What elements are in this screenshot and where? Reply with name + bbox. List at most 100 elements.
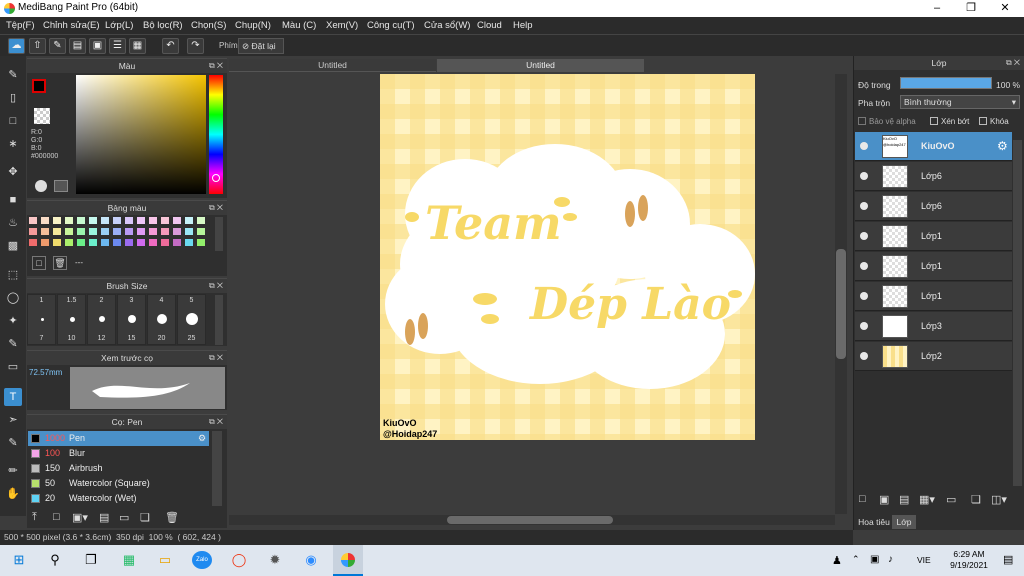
- layer-scrollbar[interactable]: [1013, 140, 1022, 486]
- color-swatch[interactable]: [65, 239, 73, 246]
- tab-navigator[interactable]: Hoa tiêu: [856, 515, 892, 529]
- tab-layer[interactable]: Lớp: [892, 515, 916, 529]
- color-swatch[interactable]: [41, 217, 49, 224]
- color-swatch[interactable]: [89, 228, 97, 235]
- document-icon[interactable]: ▣: [89, 38, 106, 54]
- add-layer-menu-icon[interactable]: ▦▾: [919, 493, 935, 506]
- new-layer-icon[interactable]: □: [859, 493, 866, 505]
- visibility-icon[interactable]: [860, 352, 868, 360]
- protect-alpha-checkbox[interactable]: Bảo vệ alpha: [858, 117, 916, 126]
- gear-icon[interactable]: ⚙: [997, 139, 1008, 153]
- color-swatch[interactable]: [149, 228, 157, 235]
- color-swatch[interactable]: [29, 239, 37, 246]
- brush-item-airbrush[interactable]: 150 Airbrush: [28, 461, 209, 476]
- windows-start-icon[interactable]: ⊞: [8, 550, 30, 570]
- color-swatch[interactable]: [185, 217, 193, 224]
- vertical-scrollbar[interactable]: [835, 74, 847, 514]
- palette-wheel-icon[interactable]: [35, 180, 47, 192]
- canvas-area[interactable]: Untitled Untitled Team Dép Lào KiuOvO @H…: [229, 56, 851, 526]
- layer-item-5[interactable]: Lớp1: [855, 282, 1012, 311]
- tray-arrow-icon[interactable]: ⌃: [852, 554, 860, 565]
- menu-color[interactable]: Màu (C): [282, 20, 316, 31]
- color-swatch[interactable]: [101, 217, 109, 224]
- layer-item-3[interactable]: Lớp1: [855, 222, 1012, 251]
- color-swatch[interactable]: [125, 239, 133, 246]
- upload-icon[interactable]: ⇧: [29, 38, 46, 54]
- color-swatch[interactable]: [53, 239, 61, 246]
- color-swatch[interactable]: [185, 228, 193, 235]
- artwork[interactable]: Team Dép Lào KiuOvO @Hoidap247: [380, 74, 755, 440]
- file-explorer-icon[interactable]: ▭: [154, 550, 176, 570]
- hand-tool-icon[interactable]: ✋: [4, 485, 22, 503]
- brush-size-cell[interactable]: 2 12: [87, 294, 116, 345]
- color-swatch[interactable]: [161, 239, 169, 246]
- panel-menu-icon[interactable]: ⧉ ✕: [209, 279, 223, 293]
- color-swatch[interactable]: [53, 228, 61, 235]
- color-swatch[interactable]: [197, 239, 205, 246]
- visibility-icon[interactable]: [860, 262, 868, 270]
- new-brush-icon[interactable]: □: [53, 511, 60, 523]
- cloud-icon[interactable]: ☁: [8, 38, 25, 54]
- visibility-icon[interactable]: [860, 292, 868, 300]
- move-tool-icon[interactable]: ✥: [4, 163, 22, 181]
- color-swatch[interactable]: [161, 228, 169, 235]
- folder-icon[interactable]: ▭: [119, 511, 129, 524]
- new-palette-icon[interactable]: □: [32, 256, 46, 270]
- menu-layer[interactable]: Lớp(L): [105, 20, 133, 31]
- tab-untitled-2[interactable]: Untitled: [437, 59, 644, 72]
- duplicate-icon[interactable]: ❏: [140, 511, 150, 524]
- magic-wand-icon[interactable]: ✦: [4, 312, 22, 330]
- task-view-icon[interactable]: ❐: [80, 550, 102, 570]
- close-button[interactable]: ✕: [988, 0, 1022, 17]
- panel-menu-icon[interactable]: ⧉ ✕: [209, 415, 223, 429]
- language-indicator[interactable]: VIE: [917, 555, 931, 565]
- color-swatch[interactable]: [65, 217, 73, 224]
- color-swatch[interactable]: [137, 217, 145, 224]
- operation-tool-icon[interactable]: ➣: [4, 411, 22, 429]
- size-scrollbar[interactable]: [215, 295, 223, 345]
- color-swatch[interactable]: [29, 217, 37, 224]
- layer-item-1[interactable]: Lớp6: [855, 162, 1012, 191]
- brush-item-pen[interactable]: 1000 Pen ⚙: [28, 431, 209, 446]
- shape-tool-icon[interactable]: □: [4, 112, 22, 130]
- color-swatch[interactable]: [197, 228, 205, 235]
- color-swatch[interactable]: [125, 228, 133, 235]
- visibility-icon[interactable]: [860, 232, 868, 240]
- saturation-picker[interactable]: [76, 75, 206, 194]
- panel-menu-icon[interactable]: ⧉ ✕: [1006, 56, 1020, 70]
- brush-size-cell[interactable]: 5 25: [177, 294, 206, 345]
- redo-icon[interactable]: ↷: [187, 38, 204, 54]
- blend-mode-select[interactable]: Bình thường ▾: [900, 95, 1020, 109]
- color-swatch[interactable]: [77, 239, 85, 246]
- select-eraser-icon[interactable]: ▭: [4, 358, 22, 376]
- dot-brush-icon[interactable]: ∗: [4, 135, 22, 153]
- color-swatch[interactable]: [185, 239, 193, 246]
- minimize-button[interactable]: –: [920, 0, 954, 17]
- paint-app-icon[interactable]: ✹: [264, 550, 286, 570]
- search-icon[interactable]: ⚲: [44, 550, 66, 570]
- people-icon[interactable]: ♟: [832, 554, 842, 567]
- menu-cloud[interactable]: Cloud: [477, 20, 502, 31]
- color-swatch[interactable]: [89, 217, 97, 224]
- color-swatch[interactable]: [137, 239, 145, 246]
- select-rect-icon[interactable]: ⬚: [4, 266, 22, 284]
- eraser-tool-icon[interactable]: ▯: [4, 89, 22, 107]
- brush-settings-icon[interactable]: ▤: [99, 511, 109, 524]
- transparent-color[interactable]: [34, 108, 50, 124]
- new-8bit-layer-icon[interactable]: ▤: [899, 493, 909, 506]
- menu-select[interactable]: Chọn(S): [191, 20, 226, 31]
- color-swatch[interactable]: [125, 217, 133, 224]
- tab-untitled-1[interactable]: Untitled: [229, 59, 436, 72]
- horizontal-scrollbar[interactable]: [229, 515, 835, 525]
- medibang-taskbar-button[interactable]: [333, 545, 363, 576]
- color-swatch[interactable]: [113, 239, 121, 246]
- brush-item-blur[interactable]: 100 Blur: [28, 446, 209, 461]
- color-swatch[interactable]: [197, 217, 205, 224]
- opera-icon[interactable]: ◯: [228, 550, 250, 570]
- layer-item-7[interactable]: Lớp2: [855, 342, 1012, 371]
- visibility-icon[interactable]: [860, 172, 868, 180]
- gradient-tool-icon[interactable]: ▩: [4, 237, 22, 255]
- palette-scrollbar[interactable]: [215, 217, 223, 251]
- menu-help[interactable]: Help: [513, 20, 533, 31]
- fill-rect-icon[interactable]: ■: [4, 191, 22, 209]
